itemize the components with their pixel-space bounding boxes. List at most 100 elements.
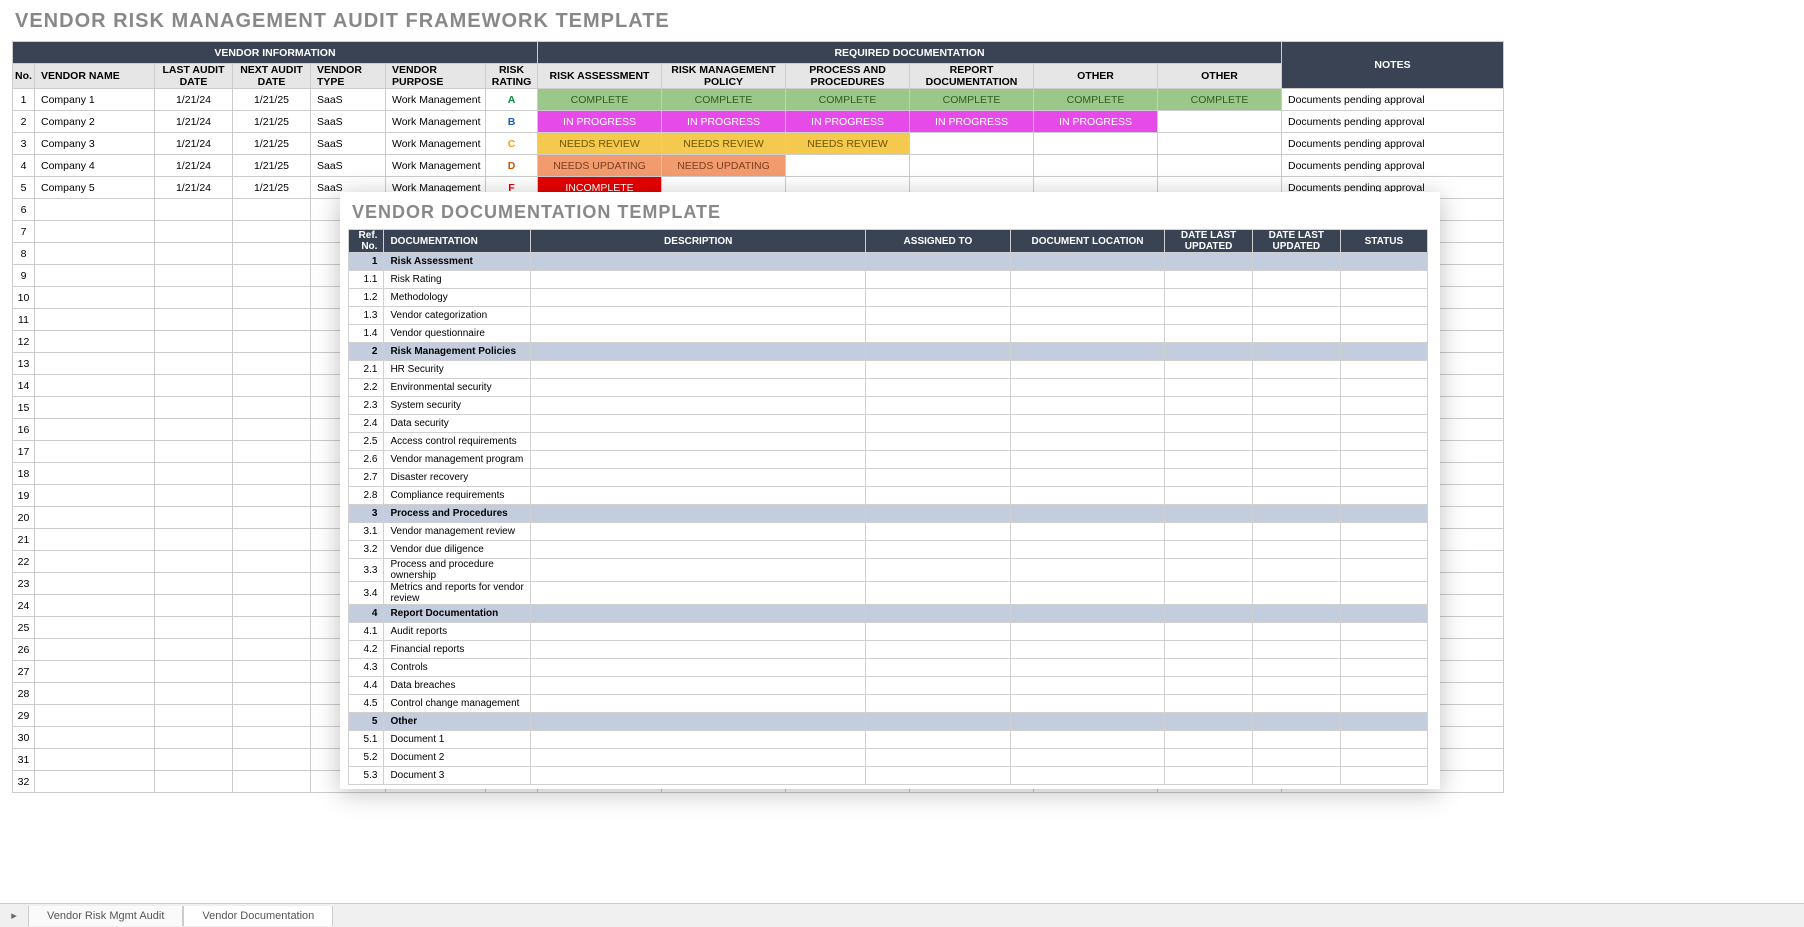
cell-empty[interactable]: [531, 253, 866, 271]
cell-empty[interactable]: [1165, 379, 1253, 397]
cell-empty[interactable]: [1010, 641, 1164, 659]
cell-doc-status[interactable]: COMPLETE: [1034, 89, 1158, 111]
cell-empty[interactable]: [35, 683, 155, 705]
cell-empty[interactable]: [233, 551, 311, 573]
cell-doc-name[interactable]: Data breaches: [384, 677, 531, 695]
cell-empty[interactable]: [866, 451, 1011, 469]
doc-row[interactable]: 3.3Process and procedure ownership: [349, 559, 1428, 582]
cell-empty[interactable]: [35, 309, 155, 331]
cell-empty[interactable]: [155, 595, 233, 617]
cell-empty[interactable]: [1252, 559, 1340, 582]
cell-doc-status[interactable]: IN PROGRESS: [538, 111, 662, 133]
cell-empty[interactable]: [233, 221, 311, 243]
cell-empty[interactable]: [155, 375, 233, 397]
cell-doc-name[interactable]: Vendor management review: [384, 523, 531, 541]
cell-doc-name[interactable]: Financial reports: [384, 641, 531, 659]
cell-empty[interactable]: [1165, 623, 1253, 641]
cell-empty[interactable]: [866, 379, 1011, 397]
cell-empty[interactable]: [35, 529, 155, 551]
cell-empty[interactable]: [35, 595, 155, 617]
cell-empty[interactable]: [233, 353, 311, 375]
cell-empty[interactable]: [233, 441, 311, 463]
cell-empty[interactable]: [1252, 541, 1340, 559]
cell-doc-name[interactable]: HR Security: [384, 361, 531, 379]
cell-empty[interactable]: [1340, 253, 1427, 271]
cell-empty[interactable]: [866, 487, 1011, 505]
cell-empty[interactable]: [1165, 505, 1253, 523]
cell-vendor-type[interactable]: SaaS: [311, 89, 386, 111]
cell-empty[interactable]: [155, 573, 233, 595]
cell-empty[interactable]: [1165, 397, 1253, 415]
cell-doc-status[interactable]: NEEDS REVIEW: [538, 133, 662, 155]
doc-row[interactable]: 1.4Vendor questionnaire: [349, 325, 1428, 343]
cell-doc-name[interactable]: Methodology: [384, 289, 531, 307]
cell-ref[interactable]: 2.1: [349, 361, 384, 379]
cell-empty[interactable]: [531, 469, 866, 487]
cell-empty[interactable]: [531, 582, 866, 605]
cell-no[interactable]: 23: [13, 573, 35, 595]
cell-empty[interactable]: [1010, 713, 1164, 731]
cell-doc-status[interactable]: [910, 133, 1034, 155]
cell-empty[interactable]: [1340, 487, 1427, 505]
cell-empty[interactable]: [233, 375, 311, 397]
doc-row[interactable]: 3.1Vendor management review: [349, 523, 1428, 541]
cell-doc-status[interactable]: [1158, 155, 1282, 177]
cell-doc-name[interactable]: Other: [384, 713, 531, 731]
cell-empty[interactable]: [1340, 397, 1427, 415]
cell-empty[interactable]: [1165, 361, 1253, 379]
cell-empty[interactable]: [233, 199, 311, 221]
doc-row[interactable]: 3.2Vendor due diligence: [349, 541, 1428, 559]
cell-empty[interactable]: [866, 523, 1011, 541]
cell-ref[interactable]: 3.4: [349, 582, 384, 605]
cell-empty[interactable]: [35, 485, 155, 507]
cell-empty[interactable]: [233, 749, 311, 771]
cell-doc-name[interactable]: Metrics and reports for vendor review: [384, 582, 531, 605]
cell-empty[interactable]: [155, 441, 233, 463]
cell-no[interactable]: 5: [13, 177, 35, 199]
cell-empty[interactable]: [233, 265, 311, 287]
cell-empty[interactable]: [866, 677, 1011, 695]
doc-row[interactable]: 2.4Data security: [349, 415, 1428, 433]
cell-no[interactable]: 29: [13, 705, 35, 727]
cell-empty[interactable]: [866, 505, 1011, 523]
cell-empty[interactable]: [155, 507, 233, 529]
cell-empty[interactable]: [1165, 749, 1253, 767]
cell-empty[interactable]: [1340, 451, 1427, 469]
cell-empty[interactable]: [1252, 271, 1340, 289]
cell-empty[interactable]: [531, 433, 866, 451]
cell-risk-rating[interactable]: D: [486, 155, 538, 177]
cell-empty[interactable]: [1340, 713, 1427, 731]
cell-empty[interactable]: [155, 639, 233, 661]
cell-last-audit[interactable]: 1/21/24: [155, 133, 233, 155]
cell-empty[interactable]: [1165, 307, 1253, 325]
cell-empty[interactable]: [531, 307, 866, 325]
cell-ref[interactable]: 4.1: [349, 623, 384, 641]
cell-empty[interactable]: [1340, 415, 1427, 433]
cell-doc-status[interactable]: COMPLETE: [1158, 89, 1282, 111]
cell-empty[interactable]: [1010, 289, 1164, 307]
cell-empty[interactable]: [233, 309, 311, 331]
cell-ref[interactable]: 4: [349, 605, 384, 623]
cell-no[interactable]: 17: [13, 441, 35, 463]
cell-no[interactable]: 32: [13, 771, 35, 793]
cell-empty[interactable]: [233, 727, 311, 749]
cell-ref[interactable]: 4.4: [349, 677, 384, 695]
cell-no[interactable]: 18: [13, 463, 35, 485]
cell-empty[interactable]: [1165, 451, 1253, 469]
cell-doc-name[interactable]: Vendor categorization: [384, 307, 531, 325]
cell-empty[interactable]: [233, 661, 311, 683]
cell-empty[interactable]: [155, 199, 233, 221]
cell-empty[interactable]: [1340, 767, 1427, 785]
cell-empty[interactable]: [1165, 713, 1253, 731]
cell-no[interactable]: 31: [13, 749, 35, 771]
cell-vendor-type[interactable]: SaaS: [311, 133, 386, 155]
cell-empty[interactable]: [1165, 659, 1253, 677]
cell-no[interactable]: 15: [13, 397, 35, 419]
doc-row[interactable]: 5.1Document 1: [349, 731, 1428, 749]
cell-empty[interactable]: [155, 265, 233, 287]
doc-row[interactable]: 1.3Vendor categorization: [349, 307, 1428, 325]
cell-empty[interactable]: [1165, 605, 1253, 623]
cell-empty[interactable]: [1010, 271, 1164, 289]
cell-no[interactable]: 24: [13, 595, 35, 617]
cell-ref[interactable]: 3.1: [349, 523, 384, 541]
